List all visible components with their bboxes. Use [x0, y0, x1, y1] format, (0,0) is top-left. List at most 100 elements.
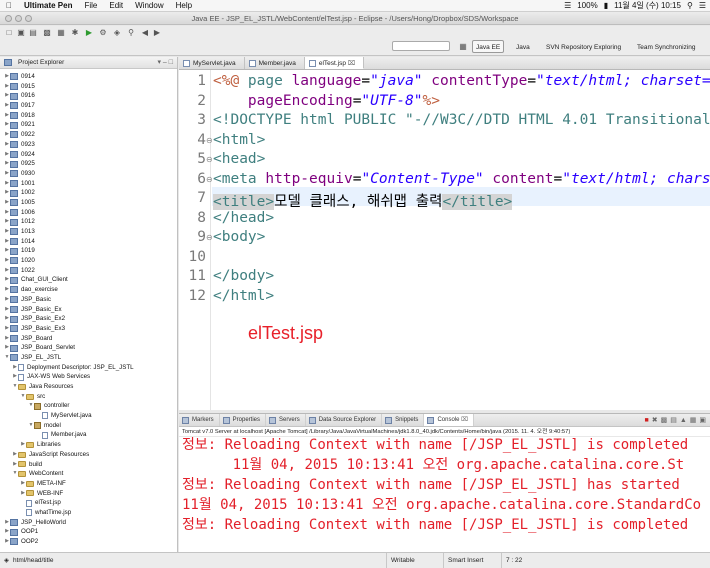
tree-item[interactable]: ▼ JSP_EL_JSTL [0, 353, 177, 363]
tab-snippets[interactable]: Snippets [382, 414, 425, 426]
code-line-6[interactable]: <meta http-equiv="Content-Type" content=… [213, 171, 710, 187]
tree-item[interactable]: ▼ controller [0, 401, 177, 411]
quick-access-input[interactable] [392, 41, 450, 51]
back-icon[interactable]: ◀ [140, 28, 150, 38]
tree-item[interactable]: Member.java [0, 430, 177, 440]
menu-file[interactable]: File [78, 1, 103, 10]
zoom-window-icon[interactable] [25, 15, 32, 22]
tree-item[interactable]: ▶ 1001 [0, 179, 177, 189]
tree-item[interactable]: ▶ 0925 [0, 159, 177, 169]
code-line-5[interactable]: <head> [213, 151, 265, 167]
menu-help[interactable]: Help [170, 1, 198, 10]
app-menu[interactable]: Ultimate Pen [18, 1, 78, 10]
tree-item[interactable]: ▶ OOP1 [0, 527, 177, 537]
tree-item[interactable]: ▼ WebContent [0, 469, 177, 479]
tab-properties[interactable]: Properties [220, 414, 267, 426]
tree-item[interactable]: ▶ 1006 [0, 208, 177, 218]
code-line-9[interactable]: <body> [213, 229, 265, 245]
tree-item[interactable]: ▶ 0922 [0, 130, 177, 140]
external-tools-icon[interactable]: ⚙ [98, 28, 108, 38]
fold-toggle-icon[interactable]: ⊖ [206, 233, 213, 242]
menu-window[interactable]: Window [129, 1, 169, 10]
menubar-clock[interactable]: 11월 4일 (수) 10:15 [614, 0, 681, 11]
search-icon[interactable]: ⚲ [126, 28, 136, 38]
view-menu-icon[interactable]: ▾ – □ [157, 57, 177, 69]
code-line-11[interactable]: </body> [213, 268, 274, 284]
new-icon[interactable]: □ [4, 28, 14, 38]
open-console-icon[interactable]: ▣ [699, 414, 706, 426]
tree-item[interactable]: MyServlet.java [0, 411, 177, 421]
perspective-java[interactable]: Java [512, 40, 534, 53]
status-insert-mode[interactable]: Smart Insert [443, 553, 500, 568]
code-line-2[interactable]: pageEncoding="UTF-8"%> [213, 93, 440, 109]
tab-data-source-explorer[interactable]: Data Source Explorer [306, 414, 383, 426]
tree-item[interactable]: ▶ 1022 [0, 266, 177, 276]
tree-item[interactable]: ▶ JSP_Board_Servlet [0, 343, 177, 353]
terminate-icon[interactable]: ■ [644, 414, 648, 426]
notification-icon[interactable]: ☰ [699, 1, 706, 10]
tab-member[interactable]: Member.java [245, 57, 305, 69]
tree-item[interactable]: ▶ JSP_Basic_Ex [0, 305, 177, 315]
tree-item[interactable]: ▶ OOP2 [0, 537, 177, 547]
scroll-lock-icon[interactable]: ▤ [670, 414, 677, 426]
perspective-team-sync[interactable]: Team Synchronizing [633, 40, 700, 53]
tree-item[interactable]: ▼ model [0, 421, 177, 431]
forward-icon[interactable]: ▶ [152, 28, 162, 38]
tree-item[interactable]: ▶ 1012 [0, 217, 177, 227]
battery-percent[interactable]: 100% [577, 1, 597, 10]
tree-item[interactable]: ▶ 1005 [0, 198, 177, 208]
project-explorer-title[interactable]: Project Explorer [18, 57, 64, 69]
debug-icon[interactable]: ✱ [70, 28, 80, 38]
tree-item[interactable]: ▶ 1020 [0, 256, 177, 266]
clear-console-icon[interactable]: ▩ [661, 414, 668, 426]
fold-toggle-icon[interactable]: ⊖ [206, 136, 213, 145]
tree-item[interactable]: ▼ Java Resources [0, 382, 177, 392]
code-line-7[interactable]: <title>모델 클래스, 해쉬맵 출력</title> [213, 190, 513, 211]
wifi-icon[interactable]: ☰ [564, 1, 571, 10]
tree-item[interactable]: ▶ JavaScript Resources [0, 450, 177, 460]
tree-item[interactable]: ▶ dao_exercise [0, 285, 177, 295]
code-line-8[interactable]: </head> [213, 210, 274, 226]
tree-item[interactable]: ▶ 1013 [0, 227, 177, 237]
tree-item[interactable]: elTest.jsp [0, 498, 177, 508]
apple-icon[interactable]:  [0, 1, 18, 10]
spotlight-icon[interactable]: ⚲ [687, 1, 693, 10]
minimize-window-icon[interactable] [15, 15, 22, 22]
tree-item[interactable]: ▶ Deployment Descriptor: JSP_EL_JSTL [0, 363, 177, 373]
open-perspective-icon[interactable]: ▦ [458, 42, 468, 52]
tree-item[interactable]: ▶ 0930 [0, 169, 177, 179]
tree-item[interactable]: ▶ build [0, 460, 177, 470]
tree-item[interactable]: ▶ 1019 [0, 246, 177, 256]
server-icon[interactable]: ▦ [56, 28, 66, 38]
print-icon[interactable]: ▩ [42, 28, 52, 38]
tab-console[interactable]: Console ⌧ [424, 414, 475, 426]
tree-item[interactable]: ▶ 0915 [0, 82, 177, 92]
tree-item[interactable]: ▶ 0918 [0, 111, 177, 121]
tree-item[interactable]: ▶ 0917 [0, 101, 177, 111]
code-line-3[interactable]: <!DOCTYPE html PUBLIC "-//W3C//DTD HTML … [213, 112, 710, 128]
tree-item[interactable]: ▶ 0921 [0, 120, 177, 130]
open-type-icon[interactable]: ◈ [112, 28, 122, 38]
menu-edit[interactable]: Edit [103, 1, 129, 10]
code-line-1[interactable]: <%@ page language="java" contentType="te… [213, 73, 710, 89]
tree-item[interactable]: ▶ JSP_Basic [0, 295, 177, 305]
tab-myservlet[interactable]: MyServlet.java [179, 57, 245, 69]
tree-item[interactable]: ▶ 0924 [0, 150, 177, 160]
tree-item[interactable]: whatTime.jsp [0, 508, 177, 518]
tree-item[interactable]: ▶ JSP_HelloWorld [0, 518, 177, 528]
tree-item[interactable]: ▶ 1002 [0, 188, 177, 198]
code-line-4[interactable]: <html> [213, 132, 265, 148]
tree-item[interactable]: ▶ WEB-INF [0, 489, 177, 499]
run-icon[interactable]: ▶ [84, 28, 94, 38]
display-console-icon[interactable]: ▦ [690, 414, 697, 426]
close-tab-icon[interactable]: ⌧ [461, 417, 468, 423]
tree-item[interactable]: ▶ JAX-WS Web Services [0, 372, 177, 382]
tree-item[interactable]: ▶ Chat_GUI_Client [0, 275, 177, 285]
tab-eltest[interactable]: elTest.jsp ⌧ [304, 57, 365, 69]
pin-console-icon[interactable]: ▲ [680, 414, 687, 426]
save-icon[interactable]: ▣ [16, 28, 26, 38]
tree-item[interactable]: ▶ JSP_Basic_Ex3 [0, 324, 177, 334]
tree-item[interactable]: ▶ 1014 [0, 237, 177, 247]
remove-launch-icon[interactable]: ✖ [652, 414, 658, 426]
close-window-icon[interactable] [5, 15, 12, 22]
